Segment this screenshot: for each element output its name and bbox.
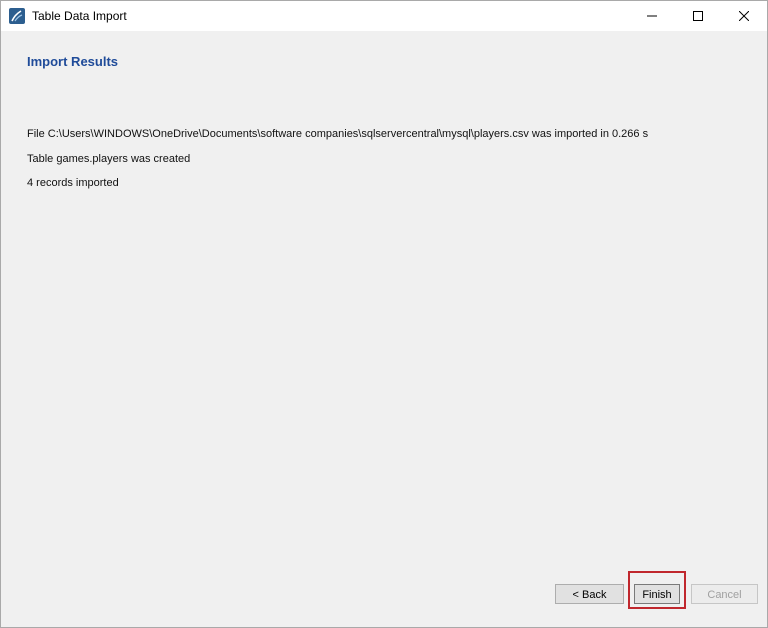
title-bar[interactable]: Table Data Import xyxy=(1,1,767,31)
cancel-button[interactable]: Cancel xyxy=(691,584,758,604)
maximize-button[interactable] xyxy=(675,1,721,31)
close-button[interactable] xyxy=(721,1,767,31)
table-data-import-window: Table Data Import Import Results File C:… xyxy=(0,0,768,628)
close-icon xyxy=(739,11,749,21)
records-imported-message: 4 records imported xyxy=(27,177,119,189)
page-heading: Import Results xyxy=(27,54,119,69)
import-file-message: File C:\Users\WINDOWS\OneDrive\Documents… xyxy=(27,128,649,140)
finish-button[interactable]: Finish xyxy=(634,584,680,604)
minimize-icon xyxy=(647,15,657,17)
mysql-workbench-icon xyxy=(9,8,25,24)
minimize-button[interactable] xyxy=(629,1,675,31)
window-title: Table Data Import xyxy=(32,9,127,23)
import-results-panel: Import Results File C:\Users\WINDOWS\One… xyxy=(1,31,767,627)
back-button[interactable]: < Back xyxy=(555,584,624,604)
maximize-icon xyxy=(693,11,703,21)
table-created-message: Table games.players was created xyxy=(27,153,191,165)
